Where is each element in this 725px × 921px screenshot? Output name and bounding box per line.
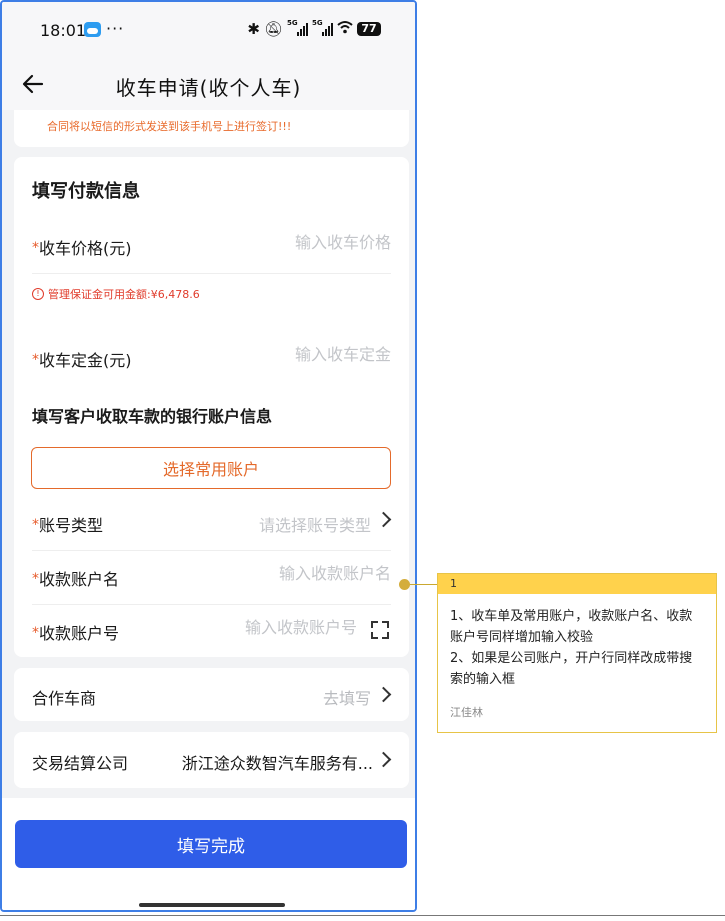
cloud-app-icon (84, 22, 101, 37)
account-number-label: *收款账户号 (32, 624, 120, 643)
select-common-account-button[interactable]: 选择常用账户 (31, 447, 391, 489)
annotation-note[interactable]: 1 1、收车单及常用账户，收款账户名、收款账户号同样增加输入校验 2、如果是公司… (437, 573, 717, 733)
dealer-card[interactable]: 合作车商 去填写 (14, 668, 409, 721)
deposit-warning: ! 管理保证金可用金额:¥6,478.6 (32, 286, 200, 302)
page-title: 收车申请(收个人车) (115, 76, 302, 100)
account-number-row: *收款账户号 (32, 604, 391, 658)
dealer-row[interactable]: 合作车商 去填写 (32, 668, 392, 722)
deposit-label: *收车定金(元) (32, 351, 132, 370)
signal-5g-icon: 5G (312, 19, 333, 36)
page-divider (0, 915, 725, 916)
annotation-line: 1、收车单及常用账户，收款账户名、收款账户号同样增加输入校验 (450, 609, 693, 645)
settlement-label: 交易结算公司 (32, 754, 129, 773)
payment-section-title: 填写付款信息 (32, 181, 140, 202)
chevron-right-icon (375, 751, 392, 768)
wifi-icon (337, 20, 353, 38)
deposit-input[interactable] (231, 345, 391, 364)
account-number-input[interactable] (207, 618, 357, 637)
bank-section-title: 填写客户收取车款的银行账户信息 (32, 407, 273, 426)
annotation-body: 1、收车单及常用账户，收款账户名、收款账户号同样增加输入校验 2、如果是公司账户… (438, 594, 716, 690)
warning-icon: ! (32, 288, 44, 300)
nav-bar: 收车申请(收个人车) (2, 60, 415, 110)
dealer-value: 去填写 (322, 689, 371, 708)
price-input[interactable] (231, 233, 391, 252)
phone-screen: 18:01 ··· ✱ 🔕︎ 5G 5G 77 收车申请(收个人车) 合同将以短… (0, 0, 417, 912)
settlement-card[interactable]: 交易结算公司 浙江途众数智汽车服务有... (14, 732, 409, 788)
account-name-label: *收款账户名 (32, 570, 120, 589)
price-row: *收车价格(元) (32, 219, 391, 274)
account-type-label: *账号类型 (32, 516, 104, 535)
chevron-right-icon (375, 511, 392, 528)
status-bar: 18:01 ··· ✱ 🔕︎ 5G 5G 77 (2, 2, 415, 60)
account-type-placeholder[interactable]: 请选择账号类型 (259, 512, 371, 536)
submit-button[interactable]: 填写完成 (15, 820, 407, 868)
scan-icon[interactable] (371, 621, 389, 639)
home-indicator (139, 903, 285, 907)
more-notifications: ··· (106, 19, 125, 38)
mute-icon: 🔕︎ (263, 20, 283, 38)
annotation-pin[interactable] (399, 579, 410, 590)
settlement-row[interactable]: 交易结算公司 浙江途众数智汽车服务有... (32, 732, 392, 786)
deposit-row: *收车定金(元) (32, 331, 391, 385)
signal-5g-icon: 5G (287, 19, 308, 36)
battery-indicator: 77 (357, 22, 381, 36)
payment-info-card: 填写付款信息 *收车价格(元) ! 管理保证金可用金额:¥6,478.6 *收车… (14, 157, 409, 657)
dealer-label: 合作车商 (32, 689, 97, 708)
annotation-line: 2、如果是公司账户，开户行同样改成带搜索的输入框 (450, 651, 693, 687)
account-name-input[interactable] (231, 564, 391, 583)
account-type-row[interactable]: *账号类型 请选择账号类型 (32, 496, 392, 551)
contract-notice-text: 合同将以短信的形式发送到该手机号上进行签订!!! (47, 120, 292, 133)
annotation-number: 1 (438, 574, 716, 594)
settlement-value: 浙江途众数智汽车服务有... (181, 754, 373, 773)
deposit-warning-text: 管理保证金可用金额:¥6,478.6 (48, 288, 200, 301)
status-icons: ✱ 🔕︎ 5G 5G 77 (247, 19, 381, 38)
chevron-right-icon (375, 686, 392, 703)
bluetooth-icon: ✱ (247, 20, 260, 38)
bottom-action-bar: 填写完成 (2, 798, 415, 910)
account-name-row: *收款账户名 (32, 550, 391, 605)
status-time: 18:01 (40, 21, 87, 40)
annotation-author: 江佳林 (450, 706, 483, 719)
contract-notice-card: 合同将以短信的形式发送到该手机号上进行签订!!! (14, 110, 409, 147)
price-label: *收车价格(元) (32, 239, 132, 258)
